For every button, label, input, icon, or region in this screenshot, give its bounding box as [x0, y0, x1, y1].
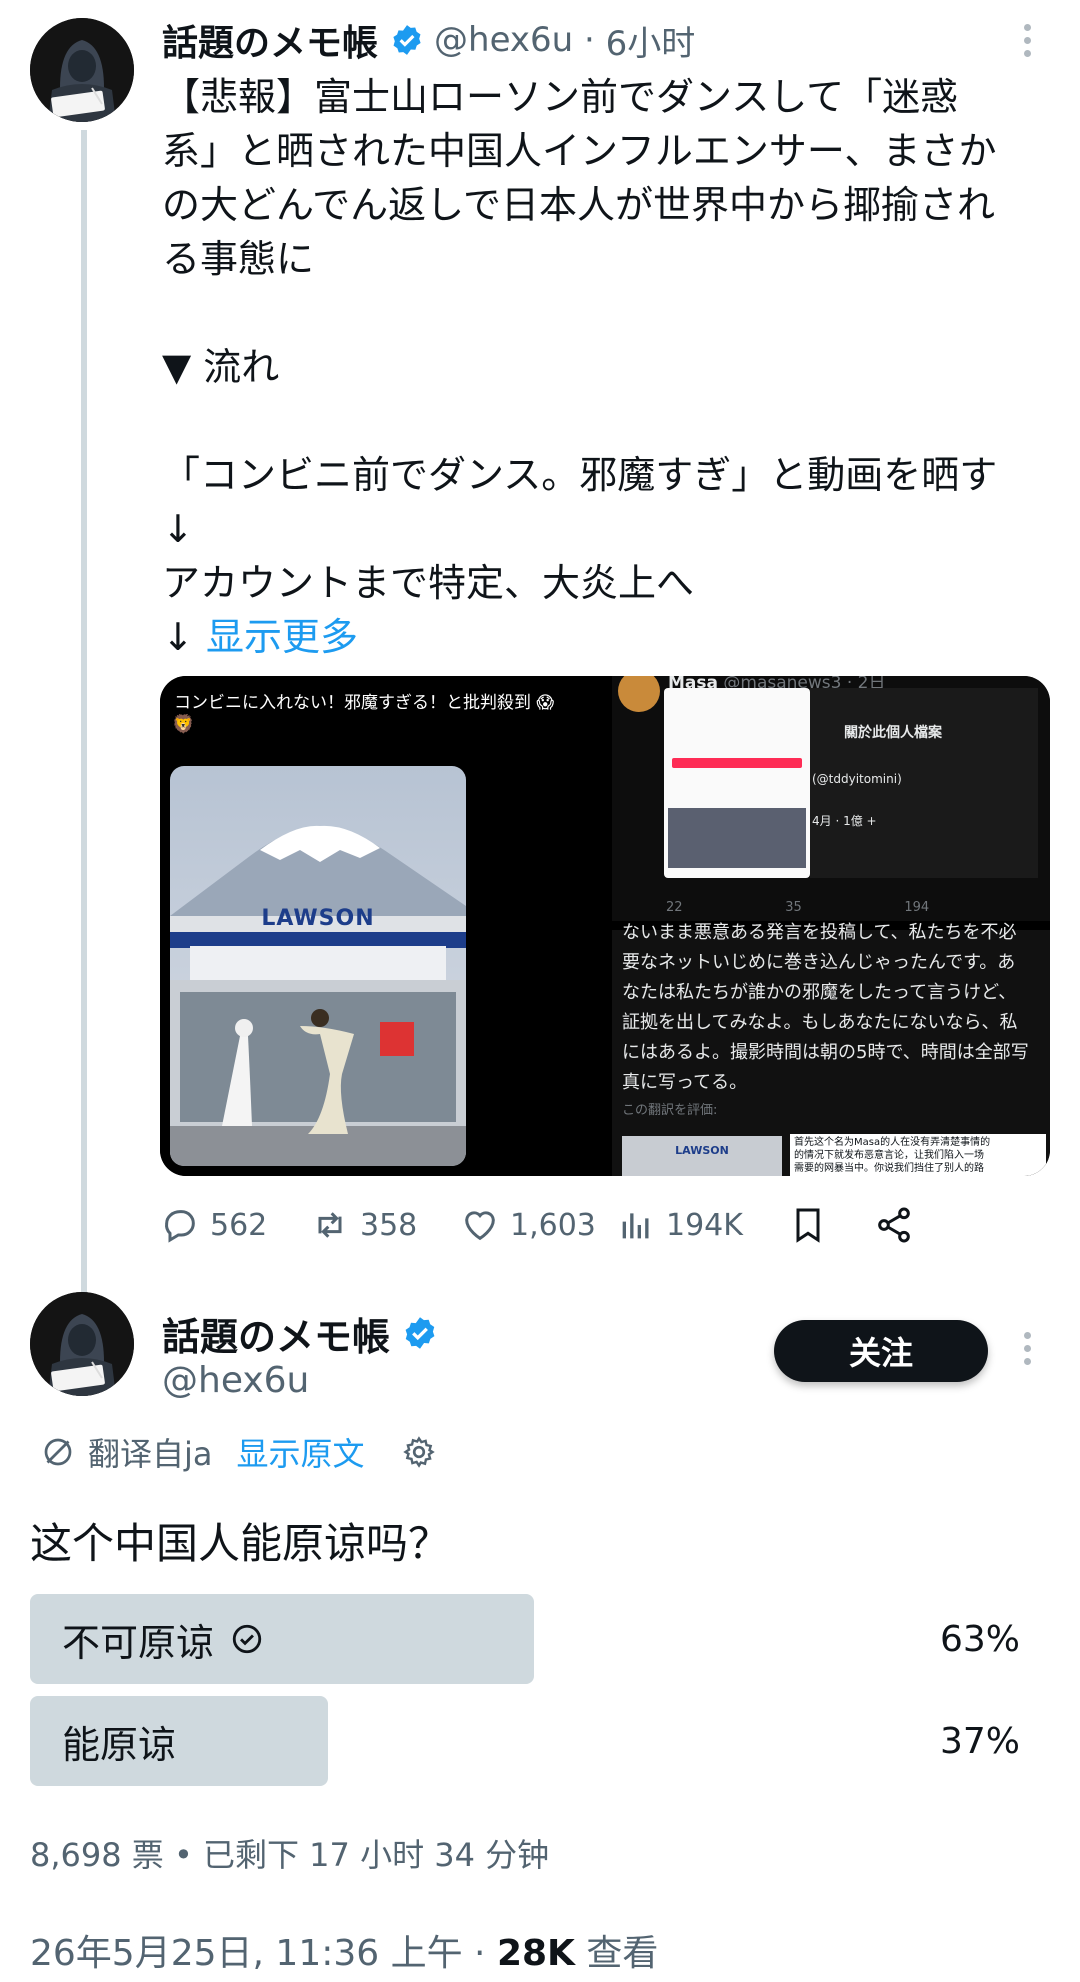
translate-globe-icon: [44, 1438, 72, 1466]
views-count: 28K: [496, 1933, 575, 1974]
timestamp-text[interactable]: 26年5月25日, 11:36 上午 ·: [30, 1933, 497, 1974]
verified-badge-icon: [405, 1317, 435, 1349]
chinese-note: 首先这个名为Masa的人在没有弄清楚事情的 的情况下就发布恶意言论，让我们陷入一…: [790, 1134, 1046, 1176]
show-more-link[interactable]: 显示更多: [206, 615, 358, 659]
tweet-text-line: の大どんでん返しで日本人が世界中から揶揄され: [162, 183, 995, 227]
poll-meta: 8,698 票 • 已剩下 17 小时 34 分钟: [30, 1836, 550, 1874]
repost-icon: [318, 1212, 342, 1238]
check-circle-icon: [232, 1624, 262, 1654]
tweet-text-line: る事態に: [162, 237, 315, 281]
views-count: 194K: [666, 1207, 743, 1243]
screenshot-app-panel: [664, 688, 810, 878]
tweet-time[interactable]: 6小时: [606, 16, 696, 65]
show-more-arrow: ↓: [162, 615, 194, 659]
store-sign: LAWSON: [261, 906, 375, 931]
more-options-icon[interactable]: [1024, 24, 1036, 57]
translation-row: 翻译自ja 显示原文: [40, 1426, 437, 1478]
author-name[interactable]: 話題のメモ帳: [162, 14, 378, 66]
translated-text: ないまま悪意ある発言を投稿して、私たちを不必 要なネットいじめに巻き込んじゃった…: [622, 922, 1042, 1124]
flow-line: アカウントまで特定、大炎上へ: [162, 561, 695, 605]
dot-separator: ·: [573, 20, 606, 60]
verified-badge-icon: [393, 25, 421, 55]
lawson-fuji-photo: LAWSON: [170, 766, 466, 1166]
share-button[interactable]: [874, 1205, 914, 1245]
shocked-emoji-icon: 😱: [536, 693, 555, 713]
rate-translation: この翻訳を評価:: [622, 1103, 718, 1118]
screenshot-translation[interactable]: ないまま悪意ある発言を投稿して、私たちを不必 要なネットいじめに巻き込んじゃった…: [612, 922, 1050, 1176]
translated-from-label: 翻译自ja: [88, 1435, 213, 1473]
tweet-text-line: 系」と晒された中国人インフルエンサー、まさか: [162, 129, 997, 173]
reply-icon: [165, 1210, 195, 1243]
bookmark-icon: [796, 1208, 820, 1243]
avatar-hooded-figure-icon: [30, 18, 134, 122]
author-name[interactable]: 話題のメモ帳: [162, 1306, 390, 1361]
follow-button[interactable]: 关注: [774, 1320, 988, 1382]
flow-line: ↓: [162, 507, 194, 551]
lawson-thumbnail: LAWSON: [622, 1136, 782, 1176]
like-button[interactable]: 1,603: [460, 1205, 596, 1245]
tweet-actions-bar: 562 358 1,603 194K: [160, 1205, 1030, 1255]
video-caption: コンビニに入れない！邪魔すぎる！と批判殺到 😱: [174, 693, 555, 713]
show-more-line: ↓ 显示更多: [162, 610, 1062, 664]
tweet-question: 这个中国人能原谅吗？: [30, 1519, 451, 1568]
repost-count: 358: [360, 1207, 418, 1243]
screenshot-profile[interactable]: Masa @masanews3 · 2日 關於此個人檔案 (@tddyitomi…: [612, 676, 1050, 921]
poll-option-label: 不可原谅: [62, 1620, 215, 1665]
poll-option[interactable]: 不可原谅 63%: [30, 1594, 1020, 1684]
reply-count: 562: [210, 1207, 268, 1243]
avatar-hooded-figure-icon: [30, 1292, 134, 1396]
avatar[interactable]: [30, 1292, 134, 1396]
share-icon: [878, 1207, 910, 1243]
flow-line: 「コンビニ前でダンス。邪魔すぎ」と動画を晒す: [162, 453, 998, 497]
poll-option-percent: 37%: [939, 1720, 1020, 1762]
author-handle[interactable]: @hex6u: [434, 20, 573, 60]
main-author-row: 話題のメモ帳: [162, 1306, 448, 1360]
more-options-icon[interactable]: [1024, 1332, 1036, 1365]
tweet-timestamp: 26年5月25日, 11:36 上午 · 28K 查看: [30, 1924, 658, 1976]
views-button[interactable]: 194K: [616, 1205, 743, 1245]
poll-option-label: 能原谅: [62, 1722, 177, 1767]
poll-option-percent: 63%: [939, 1618, 1020, 1660]
thread-connector-line: [81, 130, 87, 1300]
video-thumbnail[interactable]: コンビニに入れない！邪魔すぎる！と批判殺到 😱 🦁 LAWSON: [160, 676, 600, 1176]
avatar[interactable]: [30, 18, 134, 122]
flow-heading: ▼ 流れ: [162, 345, 280, 389]
screenshot-profile-panel: 關於此個人檔案 (@tddyitomini) 4月 · 1億 +: [810, 688, 1038, 878]
views-bar-chart-icon: [622, 1213, 649, 1239]
bookmark-button[interactable]: [788, 1205, 828, 1245]
quoted-tweet-text: 【悲報】富士山ローソン前でダンスして「迷惑 系」と晒された中国人インフルエンサー…: [162, 70, 1062, 664]
show-original-link[interactable]: 显示原文: [237, 1429, 365, 1475]
lion-emoji-icon: 🦁: [172, 714, 195, 735]
screenshot-stats-row: 22 35 194: [666, 900, 930, 915]
poll-option[interactable]: 能原谅 37%: [30, 1696, 1020, 1786]
cat-avatar-icon: [618, 676, 660, 712]
media-grid[interactable]: コンビニに入れない！邪魔すぎる！と批判殺到 😱 🦁 LAWSON Masa @m…: [160, 676, 1050, 1176]
like-count: 1,603: [510, 1207, 596, 1243]
repost-button[interactable]: 358: [310, 1205, 417, 1245]
author-handle[interactable]: @hex6u: [162, 1360, 309, 1401]
tweet-text-line: 【悲報】富士山ローソン前でダンスして「迷惑: [162, 75, 959, 119]
views-label: 查看: [574, 1933, 659, 1974]
reply-button[interactable]: 562: [160, 1205, 267, 1245]
heart-icon: [465, 1211, 495, 1241]
gear-icon[interactable]: [401, 1434, 437, 1470]
quoted-tweet-header: 話題のメモ帳 @hex6u · 6小时: [162, 14, 695, 66]
